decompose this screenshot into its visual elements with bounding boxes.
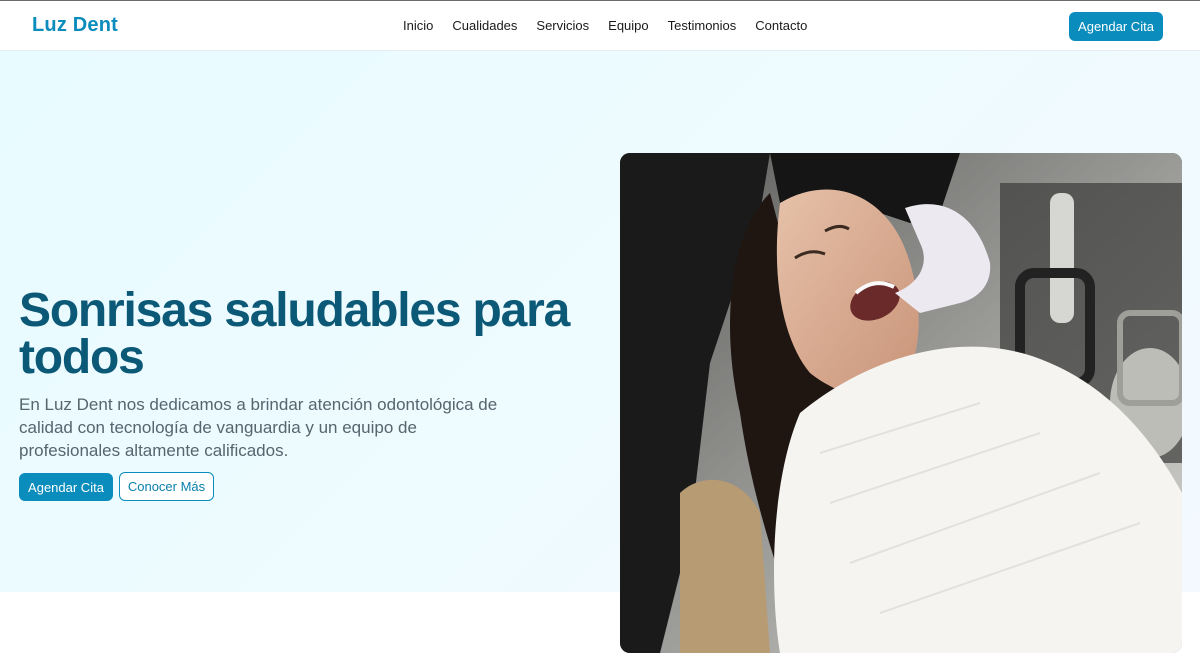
header-agendar-cita-button[interactable]: Agendar Cita — [1069, 12, 1163, 41]
hero-image — [620, 153, 1182, 653]
brand-logo[interactable]: Luz Dent — [32, 14, 118, 37]
nav-item-servicios[interactable]: Servicios — [536, 18, 589, 33]
nav-item-inicio[interactable]: Inicio — [403, 18, 433, 33]
hero-description: En Luz Dent nos dedicamos a brindar aten… — [19, 395, 498, 460]
hero-section: Sonrisas saludables para todos En Luz De… — [0, 51, 1200, 653]
hero-agendar-cita-button[interactable]: Agendar Cita — [19, 473, 113, 501]
nav-item-contacto[interactable]: Contacto — [755, 18, 807, 33]
nav-item-cualidades[interactable]: Cualidades — [452, 18, 517, 33]
hero-title: Sonrisas saludables para todos — [19, 284, 570, 384]
nav-item-testimonios[interactable]: Testimonios — [668, 18, 737, 33]
hero-conocer-mas-button[interactable]: Conocer Más — [119, 472, 214, 501]
main-nav: Inicio Cualidades Servicios Equipo Testi… — [403, 18, 826, 33]
site-header: Luz Dent Inicio Cualidades Servicios Equ… — [0, 1, 1200, 51]
dental-patient-photo-icon — [620, 153, 1182, 653]
nav-item-equipo[interactable]: Equipo — [608, 18, 648, 33]
